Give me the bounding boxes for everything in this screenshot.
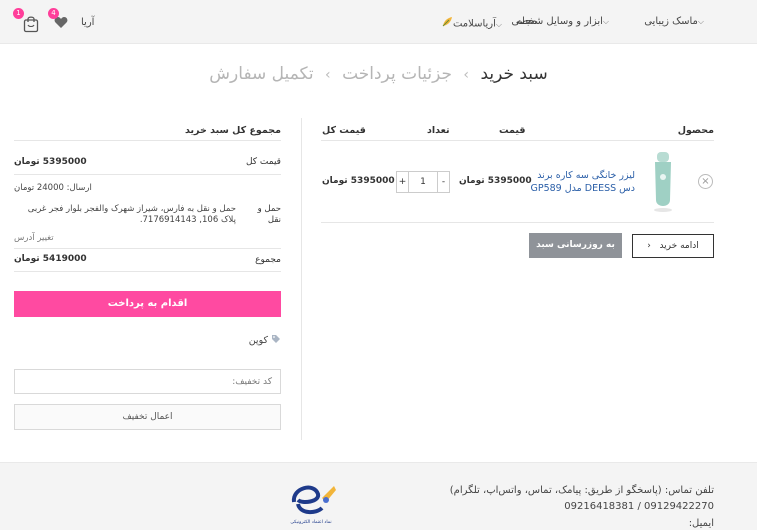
tag-icon xyxy=(271,334,281,347)
total-label: مجموع xyxy=(255,255,281,265)
brand-name[interactable]: آریا xyxy=(81,17,94,28)
cart-button[interactable]: 1 xyxy=(13,8,40,34)
totals-divider xyxy=(14,248,281,249)
breadcrumb-step-complete: تکمیل سفارش xyxy=(209,64,314,84)
breadcrumb-step-payment[interactable]: جزئیات پرداخت xyxy=(342,64,452,84)
footer-email-label: ایمیل: xyxy=(688,518,714,529)
enamad-trust-seal[interactable]: نماد اعتماد الکترونیکی xyxy=(284,478,338,530)
site-footer xyxy=(0,462,757,530)
nav-label: آریاسلامت xyxy=(452,18,496,30)
shipping-fee: ارسال: 24000 تومان xyxy=(14,183,92,193)
col-header-product: محصول xyxy=(677,125,714,136)
quantity-minus-button[interactable]: - xyxy=(437,171,450,193)
totals-divider xyxy=(14,174,281,175)
wishlist-count-badge: 4 xyxy=(48,8,59,19)
coupon-label: کوپن xyxy=(248,335,268,346)
trust-seal-icon xyxy=(291,485,336,515)
footer-phone-title: تلفن تماس: (پاسخگو از طریق: پیامک، تماس،… xyxy=(449,485,714,496)
nav-item-magazine[interactable]: مجله xyxy=(517,16,537,27)
brand-leaf-icon xyxy=(441,16,453,31)
col-header-quantity: تعداد xyxy=(427,125,450,136)
chevron-down-icon: ⌵ xyxy=(495,19,502,29)
footer-phone-numbers[interactable]: 09129422270 / 09216418381 xyxy=(564,501,714,512)
close-icon: × xyxy=(701,176,710,187)
shipping-destination: حمل و نقل به فارس، شیراز شهرک والفجر بلو… xyxy=(27,204,236,225)
product-thumbnail[interactable] xyxy=(646,150,680,214)
wishlist-button[interactable]: 4 xyxy=(48,8,69,30)
continue-shopping-button[interactable]: ادامه خرید ‹ xyxy=(632,234,714,258)
chevron-down-icon: ⌵ xyxy=(602,17,609,26)
nav-label: مجله xyxy=(516,16,537,27)
totals-divider xyxy=(14,140,281,141)
table-header-divider xyxy=(321,140,714,141)
column-divider xyxy=(301,118,302,440)
breadcrumb-separator: › xyxy=(325,67,331,83)
breadcrumb-separator: › xyxy=(463,67,470,83)
proceed-to-checkout-button[interactable]: اقدام به پرداخت xyxy=(14,291,281,317)
coupon-code-input[interactable]: کد تخفیف: xyxy=(14,369,281,394)
table-row-divider xyxy=(321,222,714,223)
breadcrumb-step-cart[interactable]: سبد خرید xyxy=(480,64,547,84)
shipping-label: حمل و نقل xyxy=(257,204,281,225)
nav-item-beauty-masks[interactable]: ماسک زیبایی⌵ xyxy=(644,16,707,27)
nav-item-aria-salamat[interactable]: آریاسلامت⌵ xyxy=(438,16,505,31)
quantity-stepper: + 1 - xyxy=(396,171,450,193)
checkout-breadcrumb: سبد خرید › جزئیات پرداخت › تکمیل سفارش xyxy=(0,64,757,84)
quantity-input[interactable]: 1 xyxy=(409,171,437,193)
col-header-subtotal: قیمت کل xyxy=(322,125,366,136)
quantity-plus-button[interactable]: + xyxy=(396,171,409,193)
totals-divider xyxy=(14,271,281,272)
coupon-toggle[interactable]: کوپن xyxy=(249,334,281,347)
chevron-down-icon: ⌵ xyxy=(697,17,704,26)
change-address-link[interactable]: تغییر آدرس xyxy=(14,233,54,243)
product-name-link[interactable]: لیزر خانگی سه کاره برند دس DEESS مدل GP5… xyxy=(529,169,635,195)
chevron-left-icon: ‹ xyxy=(647,241,651,251)
update-cart-button[interactable]: به روزرسانی سبد xyxy=(529,233,622,258)
apply-coupon-button[interactable]: اعمال تخفیف xyxy=(14,404,281,430)
row-subtotal: 5395000 تومان xyxy=(322,176,395,186)
nav-label: ماسک زیبایی xyxy=(644,16,698,27)
col-header-price: قیمت xyxy=(499,125,526,136)
subtotal-value: 5395000 تومان xyxy=(14,157,87,167)
subtotal-label: قیمت کل xyxy=(245,157,281,167)
total-value: 5419000 تومان xyxy=(14,254,87,264)
remove-item-button[interactable]: × xyxy=(698,174,713,189)
trust-seal-caption: نماد اعتماد الکترونیکی xyxy=(290,520,332,525)
cart-count-badge: 1 xyxy=(13,8,24,19)
cart-totals-title: مجموع کل سبد خرید xyxy=(185,125,281,136)
button-label: ادامه خرید xyxy=(659,241,699,251)
product-price: 5395000 تومان xyxy=(459,176,532,186)
